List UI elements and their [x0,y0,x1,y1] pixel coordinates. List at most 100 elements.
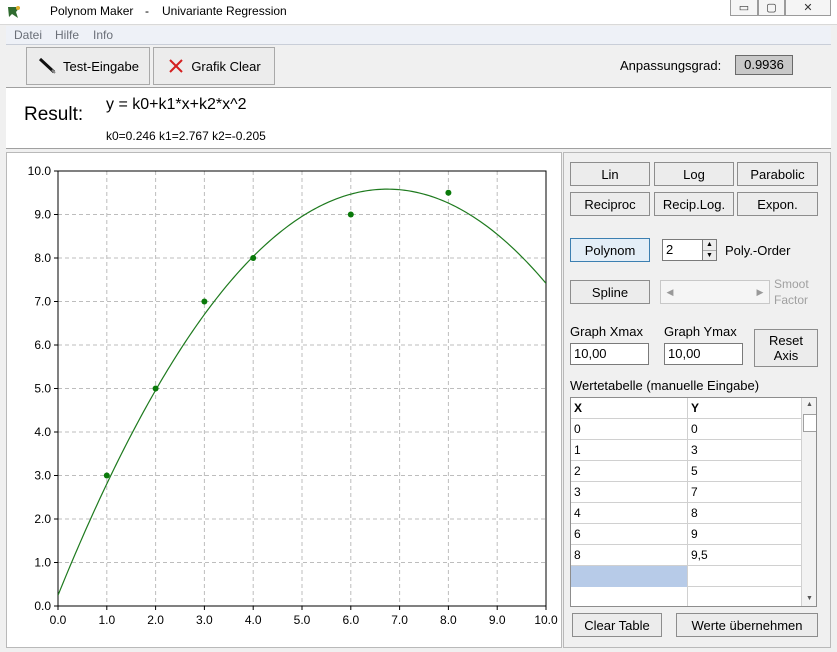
cell-y[interactable]: 7 [688,482,802,503]
y-tick-label: 1.0 [34,556,51,570]
x-tick-label: 1.0 [98,613,115,627]
spin-down-icon[interactable]: ▼ [703,251,716,261]
reset-axis-label-1: Reset [769,333,803,348]
value-table[interactable]: X Y 00 13 25 37 48 69 8 9,5 ▲ ▼ [570,397,817,607]
window-subtitle: Univariante Regression [162,4,287,18]
column-header-y[interactable]: Y [688,398,802,419]
cell-x[interactable]: 3 [571,482,688,503]
y-tick-label: 3.0 [34,469,51,483]
table-row[interactable]: 37 [571,482,802,503]
y-tick-label: 9.0 [34,208,51,222]
cell-x[interactable]: 0 [571,419,688,440]
cell-x[interactable]: 4 [571,503,688,524]
maximize-button[interactable]: ▢ [758,0,785,16]
table-scrollbar[interactable]: ▲ ▼ [801,398,816,606]
cell-empty [571,587,688,606]
expon-button[interactable]: Expon. [737,192,818,216]
fit-degree-value: 0.9936 [735,55,793,75]
cell-y[interactable]: 9 [688,524,802,545]
result-coefficients: k0=0.246 k1=2.767 k2=-0.205 [106,129,266,143]
smooth-factor-slider[interactable]: ◀ ▶ [660,280,770,304]
cell-y[interactable]: 3 [688,440,802,461]
close-icon: ✕ [803,2,813,14]
x-tick-label: 8.0 [440,613,457,627]
pen-icon [39,57,56,74]
graph-xmax-input[interactable]: 10,00 [570,343,649,365]
cell-y-new[interactable] [688,566,802,587]
spline-button[interactable]: Spline [570,280,650,304]
table-new-row[interactable] [571,566,802,587]
red-x-icon [169,59,184,73]
close-button[interactable]: ✕ [785,0,831,16]
x-tick-label: 3.0 [196,613,213,627]
log-button[interactable]: Log [654,162,734,186]
smooth-label: Smoot [774,277,809,291]
cell-empty [688,587,802,606]
y-tick-label: 6.0 [34,338,51,352]
graph-ymax-input[interactable]: 10,00 [664,343,743,365]
reset-axis-button[interactable]: Reset Axis [754,329,818,367]
table-row[interactable]: 13 [571,440,802,461]
cell-x[interactable]: 1 [571,440,688,461]
title-separator: - [145,4,149,18]
minimize-icon: ▭ [738,2,750,14]
column-header-x[interactable]: X [571,398,688,419]
table-row[interactable]: 48 [571,503,802,524]
clear-table-button[interactable]: Clear Table [572,613,662,637]
table-title: Wertetabelle (manuelle Eingabe) [570,378,760,393]
x-tick-label: 5.0 [294,613,311,627]
poly-order-input[interactable]: 2 [662,239,703,261]
parabolic-button[interactable]: Parabolic [737,162,818,186]
polynom-button[interactable]: Polynom [570,238,650,262]
x-tick-label: 7.0 [391,613,408,627]
cell-y[interactable]: 5 [688,461,802,482]
table-row[interactable]: 00 [571,419,802,440]
poly-order-label: Poly.-Order [725,243,791,258]
cell-x-new[interactable] [571,566,688,587]
data-point [201,298,208,305]
recip-log-button[interactable]: Recip.Log. [654,192,734,216]
scroll-thumb[interactable] [803,414,816,432]
data-point [152,385,159,392]
reciproc-button[interactable]: Reciproc [570,192,650,216]
y-tick-label: 2.0 [34,512,51,526]
menu-hilfe[interactable]: Hilfe [55,28,79,42]
y-tick-label: 4.0 [34,425,51,439]
spin-up-icon[interactable]: ▲ [703,240,716,251]
app-icon [8,6,20,18]
scroll-up-icon[interactable]: ▲ [803,399,816,411]
result-formula: y = k0+k1*x+k2*x^2 [106,96,247,113]
reset-axis-label-2: Axis [773,348,799,363]
cell-y[interactable]: 8 [688,503,802,524]
y-tick-label: 5.0 [34,382,51,396]
window-title: Polynom Maker [50,4,134,18]
cell-x[interactable]: 2 [571,461,688,482]
menu-bar [6,26,831,45]
poly-order-spinner[interactable]: ▲ ▼ [702,239,717,261]
cell-y[interactable]: 0 [688,419,802,440]
minimize-button[interactable]: ▭ [730,0,758,16]
table-header-row: X Y [571,398,802,419]
menu-info[interactable]: Info [93,28,113,42]
table-row[interactable]: 25 [571,461,802,482]
clear-graph-button[interactable]: Grafik Clear [153,47,275,85]
y-tick-label: 8.0 [34,251,51,265]
cell-x[interactable]: 6 [571,524,688,545]
lin-button[interactable]: Lin [570,162,650,186]
cell-y[interactable]: 9,5 [688,545,802,566]
x-tick-label: 6.0 [342,613,359,627]
slider-left-arrow-icon[interactable]: ◀ [663,284,677,300]
cell-x[interactable]: 8 [571,545,688,566]
menu-datei[interactable]: Datei [14,28,42,42]
y-tick-label: 10.0 [28,164,52,178]
y-tick-label: 0.0 [34,599,51,613]
x-tick-label: 2.0 [147,613,164,627]
scroll-down-icon[interactable]: ▼ [803,593,816,605]
fit-degree-label: Anpassungsgrad: [620,58,722,73]
table-row[interactable]: 8 9,5 [571,545,802,566]
test-input-button[interactable]: Test-Eingabe [26,47,150,85]
apply-values-button[interactable]: Werte übernehmen [676,613,818,637]
table-row[interactable]: 69 [571,524,802,545]
result-label: Result: [24,104,84,125]
slider-right-arrow-icon[interactable]: ▶ [753,284,767,300]
